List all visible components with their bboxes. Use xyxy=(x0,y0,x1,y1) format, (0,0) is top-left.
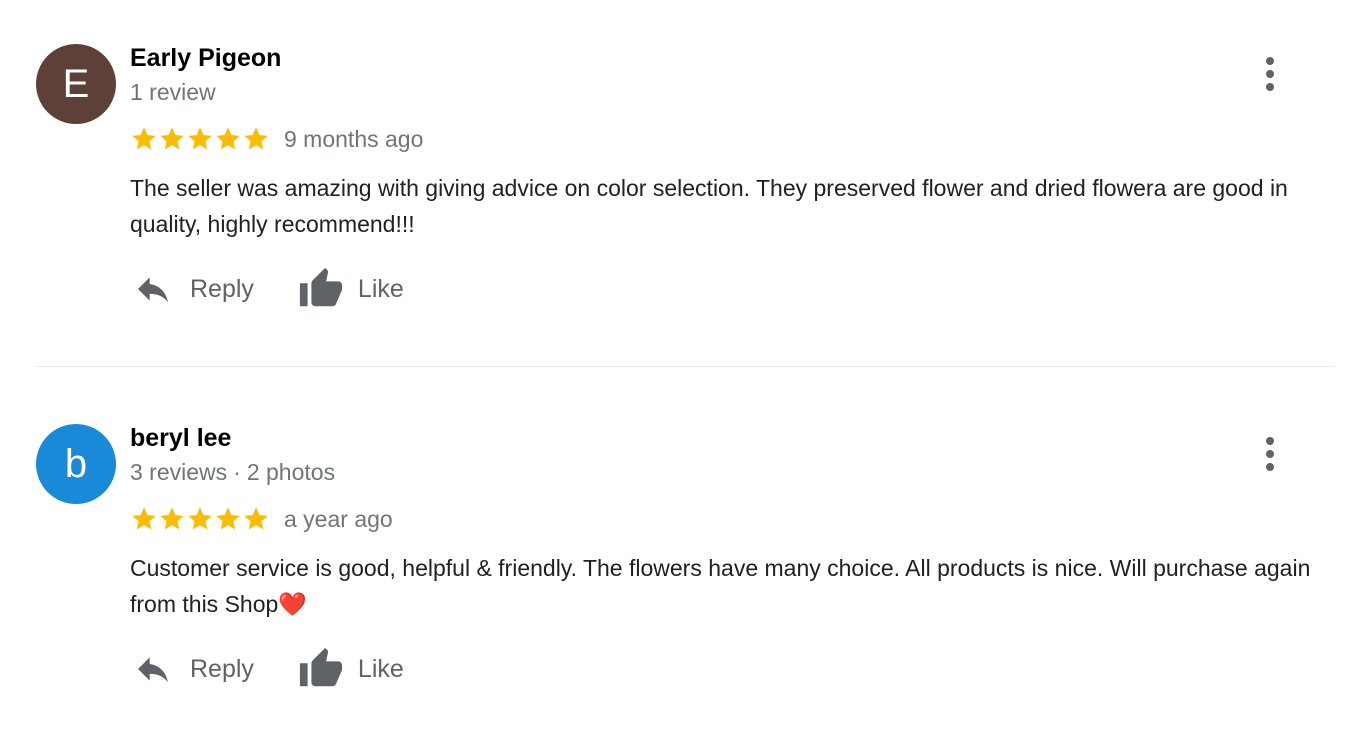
rating-row: a year ago xyxy=(130,502,393,536)
star-icon xyxy=(216,507,240,530)
like-button[interactable]: Like xyxy=(298,266,404,312)
reviews-list: E Early Pigeon 1 review 9 months ago The… xyxy=(0,0,1350,742)
star-icon xyxy=(244,507,268,530)
review-card: E Early Pigeon 1 review 9 months ago The… xyxy=(0,0,1350,330)
review-age: a year ago xyxy=(284,505,393,532)
reply-arrow-icon xyxy=(130,269,176,309)
more-options-button[interactable] xyxy=(1254,52,1286,96)
author-name[interactable]: Early Pigeon xyxy=(130,44,281,73)
star-rating xyxy=(130,505,270,533)
review-divider xyxy=(36,366,1334,367)
avatar[interactable]: E xyxy=(36,44,116,124)
star-icon xyxy=(188,507,212,530)
more-options-button[interactable] xyxy=(1254,432,1286,476)
reply-arrow-icon xyxy=(130,649,176,689)
author-name[interactable]: beryl lee xyxy=(130,424,231,453)
thumbs-up-icon xyxy=(298,646,344,692)
reply-label: Reply xyxy=(190,274,254,303)
star-icon xyxy=(132,507,156,530)
like-button[interactable]: Like xyxy=(298,646,404,692)
reply-button[interactable]: Reply xyxy=(130,649,254,689)
reply-button[interactable]: Reply xyxy=(130,269,254,309)
review-age: 9 months ago xyxy=(284,125,424,152)
star-icon xyxy=(244,127,268,150)
star-rating xyxy=(130,125,270,153)
review-text: Customer service is good, helpful & frie… xyxy=(130,555,1311,617)
more-vert-icon xyxy=(1254,437,1286,480)
review-count: 3 reviews xyxy=(130,459,228,485)
reply-label: Reply xyxy=(190,654,254,683)
photo-count: 2 photos xyxy=(246,459,336,485)
avatar[interactable]: b xyxy=(36,424,116,504)
rating-row: 9 months ago xyxy=(130,122,423,156)
thumbs-up-icon xyxy=(298,266,344,312)
star-icon xyxy=(188,127,212,150)
star-icon xyxy=(132,127,156,150)
star-icon xyxy=(216,127,240,150)
star-icon xyxy=(160,507,184,530)
reviewer-meta: 3 reviews · 2 photos xyxy=(130,459,335,486)
like-label: Like xyxy=(357,654,404,683)
review-actions: Reply Like xyxy=(130,642,404,696)
more-vert-icon xyxy=(1254,57,1286,100)
like-label: Like xyxy=(357,274,404,303)
review-count: 1 review xyxy=(130,79,216,105)
review-card: b beryl lee 3 reviews · 2 photos a year ag… xyxy=(0,380,1350,710)
review-actions: Reply Like xyxy=(130,262,404,316)
star-icon xyxy=(160,127,184,150)
review-text: The seller was amazing with giving advic… xyxy=(130,175,1288,237)
reviewer-meta: 1 review xyxy=(130,79,216,106)
meta-separator: · xyxy=(233,459,241,485)
